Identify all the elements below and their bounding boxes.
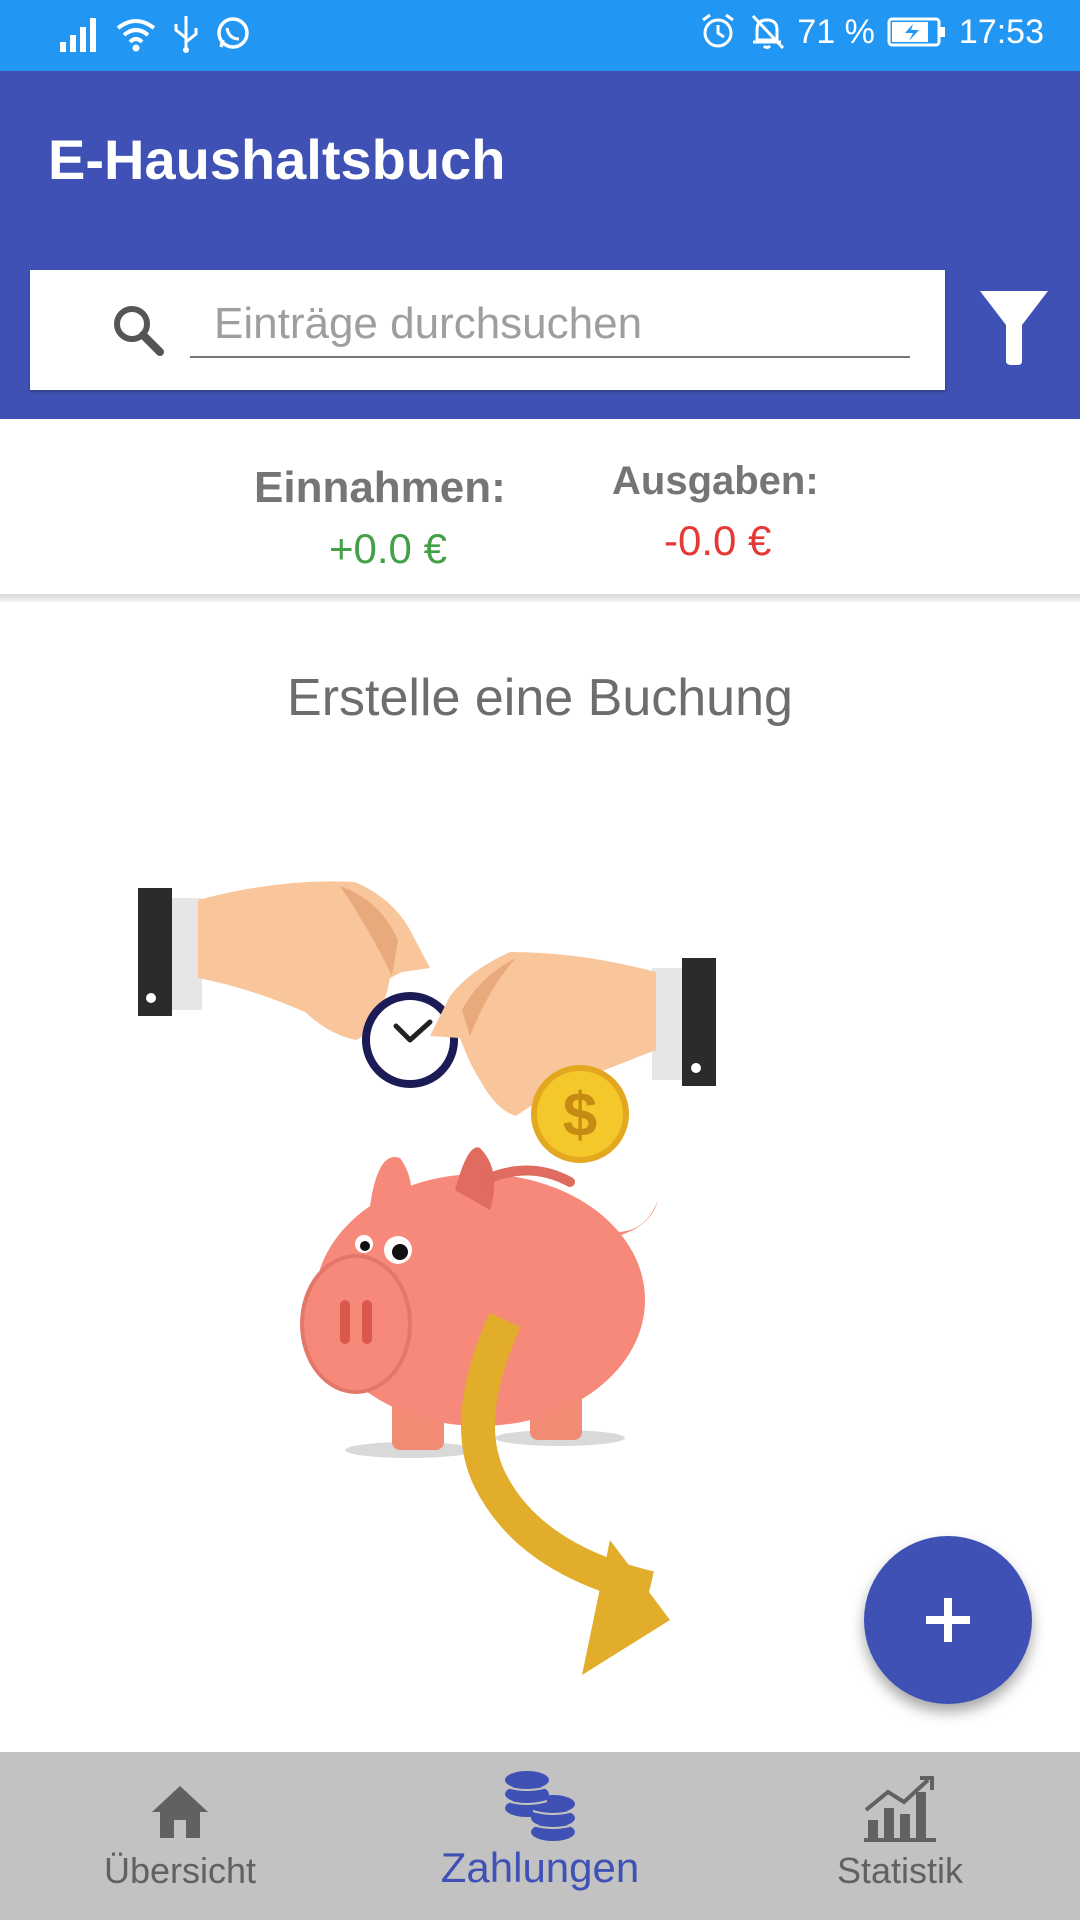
filter-icon[interactable]	[978, 287, 1050, 367]
battery-charging-icon	[887, 17, 945, 47]
bottom-navigation: Übersicht Zahlungen Statistik	[0, 1752, 1080, 1920]
alarm-icon	[702, 13, 735, 48]
plus-icon	[926, 1598, 970, 1642]
battery-percent: 71 %	[797, 12, 875, 51]
nav-item-statistics[interactable]: Statistik	[720, 1752, 1080, 1920]
expense-value: -0.0 €	[664, 517, 772, 564]
income-value: +0.0 €	[329, 525, 447, 572]
app-bar: E-Haushaltsbuch	[0, 71, 1080, 241]
expense-label: Ausgaben:	[612, 459, 819, 503]
income-label: Einnahmen:	[254, 463, 506, 512]
clock: 17:53	[958, 12, 1044, 51]
coins-icon	[505, 1771, 575, 1841]
status-bar: 71 % 17:53	[0, 0, 1080, 71]
search-card[interactable]	[30, 270, 945, 390]
balance-summary: Einnahmen: +0.0 € Ausgaben: -0.0 €	[0, 419, 1080, 599]
divider	[0, 594, 1080, 602]
nav-item-overview[interactable]: Übersicht	[0, 1752, 360, 1920]
coin-icon: $	[531, 1065, 629, 1163]
search-icon	[114, 306, 164, 356]
nav-label-statistics: Statistik	[836, 1850, 964, 1891]
whatsapp-icon	[217, 17, 249, 49]
empty-state-message: Erstelle eine Buchung	[287, 669, 793, 727]
status-right-icons: 71 % 17:53	[699, 12, 1044, 52]
search-bar	[0, 241, 1080, 419]
search-input[interactable]	[190, 292, 910, 358]
nav-label-overview: Übersicht	[103, 1850, 257, 1891]
svg-text:$: $	[563, 1081, 597, 1150]
wifi-icon	[116, 19, 156, 52]
piggy-bank-illustration: $	[138, 881, 716, 1675]
usb-icon	[174, 16, 198, 53]
home-icon	[152, 1786, 208, 1838]
app-title: E-Haushaltsbuch	[48, 128, 506, 191]
nav-item-payments[interactable]: Zahlungen	[360, 1752, 720, 1920]
add-entry-button[interactable]	[864, 1536, 1032, 1704]
bar-chart-icon	[864, 1776, 936, 1842]
signal-icon	[60, 18, 96, 52]
clock-icon	[362, 992, 458, 1088]
status-left-icons	[58, 14, 252, 54]
notifications-off-icon	[752, 14, 785, 50]
nav-label-payments: Zahlungen	[440, 1844, 640, 1891]
